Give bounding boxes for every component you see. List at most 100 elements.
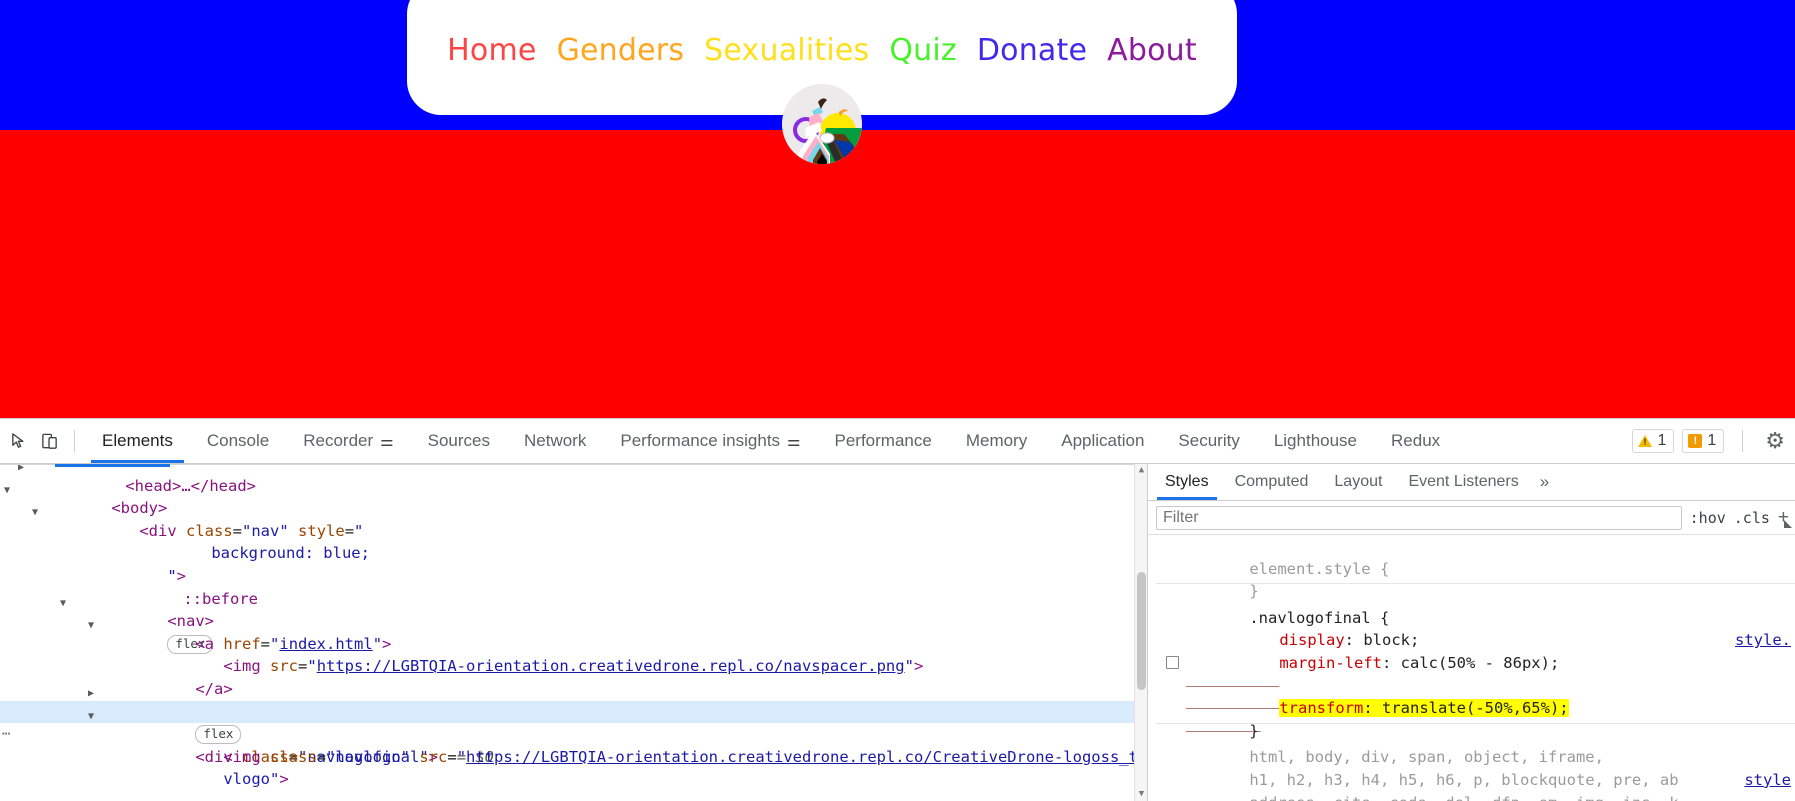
- chevron-double-right-icon[interactable]: »: [1532, 472, 1557, 492]
- tab-elements[interactable]: Elements: [85, 419, 190, 463]
- tab-performance[interactable]: Performance: [818, 419, 949, 463]
- dom-scrollbar-thumb[interactable]: [1137, 572, 1146, 690]
- decl-transform-disabled[interactable]: transform: translateX(-50%);: [1156, 652, 1795, 717]
- cls-toggle[interactable]: .cls: [1734, 509, 1770, 527]
- tab-sources[interactable]: Sources: [411, 419, 507, 463]
- tab-network[interactable]: Network: [507, 419, 603, 463]
- rule-reset-selector-line3[interactable]: address, cite, code, del, dfn, em, img, …: [1156, 769, 1795, 801]
- browser-page-viewport: Home Genders Sexualities Quiz Donate Abo…: [0, 0, 1795, 418]
- nav-item-home[interactable]: Home: [447, 33, 536, 68]
- tab-computed[interactable]: Computed: [1222, 464, 1322, 500]
- dom-line-img-navspacer[interactable]: <img src="https://LGBTQIA-orientation.cr…: [0, 633, 1147, 675]
- nav-link-quiz[interactable]: Quiz: [889, 33, 957, 68]
- tab-layout[interactable]: Layout: [1321, 464, 1395, 500]
- dom-breadcrumb-highlight: [55, 464, 170, 467]
- tab-layout-label: Layout: [1334, 473, 1383, 490]
- tab-event-listeners[interactable]: Event Listeners: [1395, 464, 1531, 500]
- styles-filter-input[interactable]: [1156, 505, 1682, 530]
- styles-filter-bar: :hov .cls +: [1148, 501, 1795, 535]
- nav-link-genders[interactable]: Genders: [557, 33, 685, 68]
- dom-panel-top-rule: [0, 464, 1147, 465]
- devtools-toolbar-right: 1 ! 1 ⚙: [1632, 428, 1795, 454]
- tab-console-label: Console: [206, 431, 270, 450]
- nav-link-sexualities[interactable]: Sexualities: [704, 33, 869, 68]
- nav-item-quiz[interactable]: Quiz: [889, 33, 957, 68]
- error-count-label: 1: [1707, 432, 1717, 449]
- tab-lighthouse[interactable]: Lighthouse: [1257, 419, 1374, 463]
- rule-navlogofinal-selector[interactable]: .navlogofinal { style.: [1156, 584, 1795, 650]
- new-style-rule-button[interactable]: +: [1778, 507, 1789, 529]
- tab-memory-label: Memory: [965, 431, 1028, 450]
- decl-enable-checkbox[interactable]: [1166, 655, 1179, 669]
- tab-elements-label: Elements: [102, 431, 173, 450]
- tab-performance-label: Performance: [834, 431, 932, 450]
- devtools-panel: Elements Console Recorder ⚌ Sources Netw…: [0, 418, 1795, 801]
- devtools-tab-strip: Elements Console Recorder ⚌ Sources Netw…: [0, 419, 1795, 464]
- cursor-inspect-icon: [11, 432, 23, 448]
- decl-display[interactable]: display: block;: [1156, 607, 1795, 649]
- dom-line-body[interactable]: ▼ <body>: [0, 475, 1147, 518]
- tab-performance-insights[interactable]: Performance insights ⚌: [603, 419, 817, 463]
- tab-application-label: Application: [1061, 431, 1145, 450]
- dom-line-before-pseudo[interactable]: ::before: [0, 565, 1147, 608]
- rule-navlogofinal-close: }: [1249, 721, 1259, 740]
- scroll-up-icon[interactable]: ▲: [1135, 464, 1147, 477]
- dom-line-img-navlogo[interactable]: <img class="navlogo" src="https://LGBTQI…: [0, 723, 1147, 766]
- dom-line-img-navlogo-cont[interactable]: vlogo">: [0, 746, 1147, 788]
- error-count-badge[interactable]: ! 1: [1682, 429, 1725, 453]
- toolbar-divider-2: [1742, 430, 1744, 452]
- dom-line-style-close[interactable]: ">: [0, 542, 1147, 585]
- rule-reset-selector-line2[interactable]: h1, h2, h3, h4, h5, h6, p, blockquote, p…: [1156, 746, 1795, 789]
- dom-tree-scrollbar[interactable]: ▲ ▼: [1134, 464, 1147, 801]
- inspect-element-icon[interactable]: [4, 426, 34, 456]
- tab-console[interactable]: Console: [190, 419, 286, 463]
- dom-line-head[interactable]: ▶ <head>…</head>: [0, 464, 1147, 495]
- tab-recorder-label: Recorder: [303, 431, 374, 450]
- dom-line-div-navlogofinal[interactable]: ⋯ ▼ <div class="navlogofinal"> == $0: [0, 700, 1147, 766]
- flask-icon: ⚌: [787, 432, 801, 450]
- tab-memory[interactable]: Memory: [949, 419, 1044, 463]
- site-logo[interactable]: [782, 84, 862, 164]
- tab-recorder[interactable]: Recorder ⚌: [286, 419, 410, 463]
- rule-reset-selector-line1[interactable]: html, body, div, span, object, iframe, s…: [1156, 724, 1795, 789]
- pride-logo-icon: [782, 84, 862, 164]
- warning-count-label: 1: [1657, 432, 1667, 449]
- rule-element-style-selector[interactable]: element.style {: [1156, 535, 1795, 578]
- dom-line-ul-navlinks[interactable]: ▶<ul class="navlinks">…</ul> flex: [0, 678, 1147, 745]
- dom-line-style-background[interactable]: background: blue;: [0, 520, 1147, 562]
- error-icon: !: [1688, 434, 1703, 448]
- nav-item-donate[interactable]: Donate: [977, 33, 1087, 68]
- scroll-down-icon[interactable]: ▼: [1135, 788, 1147, 801]
- decl-margin-left[interactable]: margin-left: calc(50% - 86px);: [1156, 629, 1795, 672]
- tab-computed-label: Computed: [1234, 473, 1309, 490]
- tab-styles[interactable]: Styles: [1152, 464, 1222, 500]
- dom-line-anchor-close[interactable]: </a>: [0, 655, 1147, 698]
- warning-count-badge[interactable]: 1: [1632, 429, 1675, 453]
- dom-line-anchor[interactable]: ▼ <a href="index.html">: [0, 610, 1147, 653]
- nav-link-home[interactable]: Home: [447, 33, 536, 68]
- toolbar-divider: [74, 430, 75, 452]
- device-toolbar-icon[interactable]: [34, 426, 64, 456]
- tab-redux-label: Redux: [1391, 431, 1441, 450]
- decl-transform-active[interactable]: transform: translate(-50%,65%);: [1156, 675, 1795, 718]
- tab-event-listeners-label: Event Listeners: [1408, 473, 1519, 490]
- hov-toggle[interactable]: :hov: [1690, 509, 1726, 527]
- tab-performance-insights-label: Performance insights: [620, 431, 781, 450]
- tab-sources-label: Sources: [427, 431, 490, 450]
- tab-application[interactable]: Application: [1044, 419, 1161, 463]
- dom-line-div-nav[interactable]: ▼ <div class="nav" style=": [0, 497, 1147, 540]
- nav-item-genders[interactable]: Genders: [557, 33, 685, 68]
- dom-tree-panel[interactable]: ▶ <head>…</head> ▼ <body> ▼ <div class="nav…: [0, 464, 1147, 801]
- nav-item-sexualities[interactable]: Sexualities: [704, 33, 869, 68]
- rule-element-style-close: }: [1249, 582, 1259, 601]
- styles-rules-list: element.style { } .navlogofinal { style.…: [1148, 535, 1795, 801]
- tab-security[interactable]: Security: [1161, 419, 1256, 463]
- nav-item-about[interactable]: About: [1107, 33, 1197, 68]
- tab-styles-label: Styles: [1165, 473, 1209, 490]
- tab-redux[interactable]: Redux: [1374, 419, 1457, 463]
- nav-link-donate[interactable]: Donate: [977, 33, 1087, 68]
- nav-link-about[interactable]: About: [1107, 33, 1197, 68]
- warning-triangle-icon: [1638, 435, 1653, 447]
- dom-line-nav[interactable]: ▼ <nav> flex: [0, 588, 1147, 654]
- gear-icon[interactable]: ⚙: [1765, 428, 1785, 454]
